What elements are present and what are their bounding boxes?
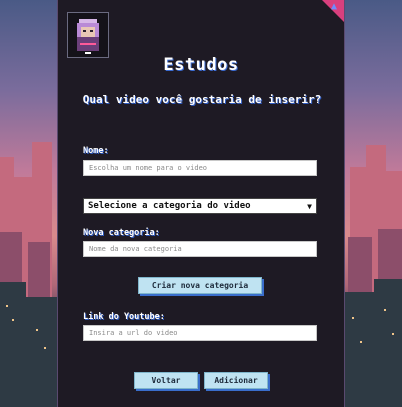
page-title: Estudos [163, 55, 239, 75]
back-button[interactable]: Voltar [134, 372, 198, 389]
avatar-pixel-character-icon [68, 13, 108, 57]
corner-badge-icon[interactable]: ▲ [331, 2, 341, 12]
create-category-button[interactable]: Criar nova categoria [138, 277, 262, 294]
avatar[interactable] [67, 12, 109, 58]
youtube-label: Link do Youtube: [83, 312, 165, 322]
youtube-url-input[interactable] [83, 325, 317, 341]
video-name-input[interactable] [83, 160, 317, 176]
new-category-input[interactable] [83, 241, 317, 257]
add-button[interactable]: Adicionar [204, 372, 268, 389]
form-question: Qual video você gostaria de inserir? [82, 93, 322, 106]
name-label: Nome: [83, 146, 109, 156]
chevron-down-icon: ▼ [307, 201, 312, 211]
form-panel: ▲ Estudos Qual video você gostaria de in… [58, 0, 344, 407]
category-select[interactable]: Selecione a categoria do video ▼ [83, 198, 317, 214]
new-category-label: Nova categoria: [83, 228, 160, 238]
category-select-value: Selecione a categoria do video [88, 201, 251, 211]
